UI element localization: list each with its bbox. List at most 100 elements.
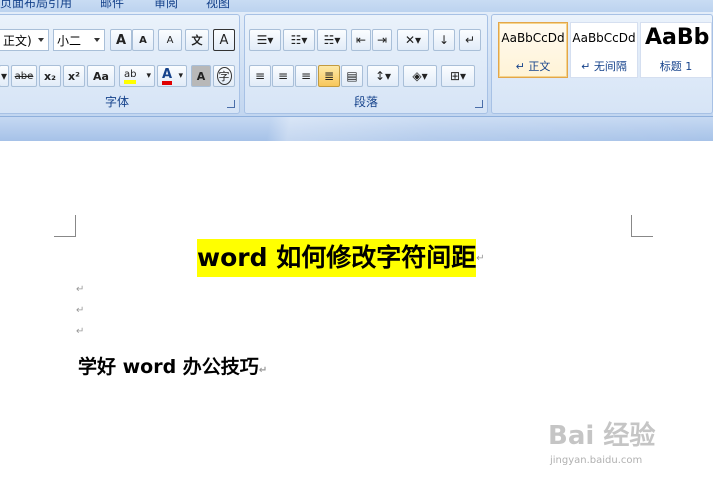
increase-indent-icon: ⇥: [376, 33, 388, 47]
grow-font-icon: A: [115, 32, 127, 48]
distributed-align-icon: ▤: [346, 69, 358, 83]
style-name: ↵ 正文: [515, 60, 551, 73]
phonetic-guide-button[interactable]: 文: [185, 29, 209, 51]
show-marks-button[interactable]: ↵: [459, 29, 481, 51]
align-left-button[interactable]: ≡: [249, 65, 271, 87]
grow-font-button[interactable]: A: [110, 29, 132, 51]
tab-mailings[interactable]: 邮件: [100, 0, 124, 11]
chevron-down-icon: [38, 38, 44, 42]
increase-indent-button[interactable]: ⇥: [372, 29, 392, 51]
chevron-down-icon: [94, 38, 100, 42]
font-size-value: 小二: [57, 33, 82, 48]
chinese-layout-icon: ✕▾: [404, 33, 422, 47]
font-name-value: 正文): [3, 33, 32, 48]
change-case-icon: Aa: [93, 69, 109, 83]
char-shading-button[interactable]: A: [191, 65, 211, 87]
ribbon: 正文) 小二 A A A 文 A ▾ abe x₂ x² Aa ab ▾ A ▾…: [0, 12, 713, 117]
char-border-button[interactable]: A: [213, 29, 235, 51]
enclose-char-button[interactable]: 字: [213, 65, 235, 87]
align-center-button[interactable]: ≡: [272, 65, 294, 87]
numbered-list-icon: ☷▾: [290, 33, 308, 47]
style-sample: AaBbCcDd: [572, 31, 636, 45]
highlighter-icon: ab: [124, 69, 137, 84]
change-case-button[interactable]: Aa: [87, 65, 115, 87]
highlight-color-button[interactable]: ab ▾: [119, 65, 155, 87]
tab-review[interactable]: 审阅: [154, 0, 178, 11]
pilcrow-icon: ↵: [464, 33, 476, 47]
paragraph-mark: ↵: [76, 305, 85, 316]
bullets-button[interactable]: ☰▾: [249, 29, 281, 51]
numbering-button[interactable]: ☷▾: [283, 29, 315, 51]
enclose-char-icon: 字: [216, 67, 232, 85]
ribbon-bottom-strip: [0, 117, 713, 141]
strikethrough-icon: abe: [14, 70, 34, 82]
clear-format-button[interactable]: A: [158, 29, 182, 51]
watermark-brand: Bai 经验: [548, 421, 656, 451]
paragraph-mark: ↵: [76, 284, 85, 295]
distributed-button[interactable]: ▤: [341, 65, 363, 87]
margin-corner-mark: [54, 215, 76, 237]
dialog-launcher-icon[interactable]: [227, 100, 235, 108]
document-body-line: 学好 word 办公技巧↵: [78, 352, 267, 379]
font-group-label: 字体: [104, 95, 129, 109]
chevron-down-icon: ▾: [0, 69, 8, 83]
style-heading-1[interactable]: AaBb 标题 1: [640, 22, 712, 78]
bullet-list-icon: ☰▾: [256, 33, 274, 47]
line-spacing-button[interactable]: ↕▾: [367, 65, 399, 87]
decrease-indent-button[interactable]: ⇤: [351, 29, 371, 51]
char-border-icon: A: [219, 32, 229, 48]
sort-button[interactable]: ↓: [433, 29, 455, 51]
paragraph-mark: ↵: [258, 365, 268, 376]
paragraph-group-label: 段落: [353, 95, 378, 109]
font-color-button[interactable]: A ▾: [157, 65, 187, 87]
shrink-font-icon: A: [139, 34, 147, 46]
strikethrough-button[interactable]: abe: [11, 65, 37, 87]
align-left-icon: ≡: [254, 69, 266, 83]
style-no-spacing[interactable]: AaBbCcDd ↵ 无间隔: [570, 22, 638, 78]
font-group: 正文) 小二 A A A 文 A ▾ abe x₂ x² Aa ab ▾ A ▾…: [0, 14, 240, 114]
borders-button[interactable]: ⊞▾: [441, 65, 475, 87]
superscript-icon: x²: [68, 69, 80, 83]
font-name-combo[interactable]: 正文): [0, 29, 49, 51]
chevron-down-icon: ▾: [178, 71, 183, 81]
shrink-font-button[interactable]: A: [132, 29, 154, 51]
document-title: word 如何修改字符间距: [197, 239, 477, 277]
paragraph-group: ☰▾ ☷▾ ☵▾ ⇤ ⇥ ✕▾ ↓ ↵ ≡ ≡ ≡ ≣ ▤ ↕▾ ◈▾ ⊞▾ 段…: [244, 14, 488, 114]
font-size-combo[interactable]: 小二: [53, 29, 105, 51]
ribbon-tab-bar: 页面布局 引用 邮件 审阅 视图: [0, 0, 713, 12]
multilevel-list-button[interactable]: ☵▾: [317, 29, 347, 51]
justify-button[interactable]: ≣: [318, 65, 340, 87]
font-color-icon: A: [162, 68, 173, 85]
subscript-icon: x₂: [44, 69, 56, 83]
multilevel-list-icon: ☵▾: [323, 33, 341, 47]
subscript-button[interactable]: x₂: [39, 65, 61, 87]
body-text: 学好 word 办公技巧: [78, 356, 259, 378]
borders-icon: ⊞▾: [449, 69, 467, 83]
shading-button[interactable]: ◈▾: [403, 65, 437, 87]
tab-references[interactable]: 引用: [48, 0, 72, 11]
phonetic-guide-icon: 文: [191, 34, 203, 47]
sort-icon: ↓: [438, 33, 450, 47]
align-right-button[interactable]: ≡: [295, 65, 317, 87]
document-title-line: word 如何修改字符间距 ↵: [197, 238, 485, 278]
underline-dropdown-button[interactable]: ▾: [0, 65, 9, 87]
paragraph-mark: ↵: [476, 252, 485, 264]
decrease-indent-icon: ⇤: [355, 33, 367, 47]
style-name: ↵ 无间隔: [581, 60, 627, 73]
superscript-button[interactable]: x²: [63, 65, 85, 87]
char-shading-icon: A: [196, 69, 206, 83]
paragraph-mark: ↵: [76, 326, 85, 337]
tab-page-layout[interactable]: 页面布局: [0, 0, 48, 11]
line-spacing-icon: ↕▾: [374, 69, 392, 83]
styles-group: AaBbCcDd ↵ 正文 AaBbCcDd ↵ 无间隔 AaBb 标题 1: [491, 14, 713, 114]
align-right-icon: ≡: [300, 69, 312, 83]
style-normal[interactable]: AaBbCcDd ↵ 正文: [498, 22, 568, 78]
chevron-down-icon: ▾: [146, 71, 151, 81]
style-sample: AaBbCcDd: [501, 31, 565, 45]
dialog-launcher-icon[interactable]: [475, 100, 483, 108]
tab-view[interactable]: 视图: [206, 0, 230, 11]
chinese-layout-button[interactable]: ✕▾: [397, 29, 429, 51]
baidu-jingyan-watermark: Bai 经验 jingyan.baidu.com: [548, 415, 708, 475]
paint-bucket-icon: ◈▾: [412, 69, 428, 83]
clear-format-icon: A: [166, 34, 174, 46]
